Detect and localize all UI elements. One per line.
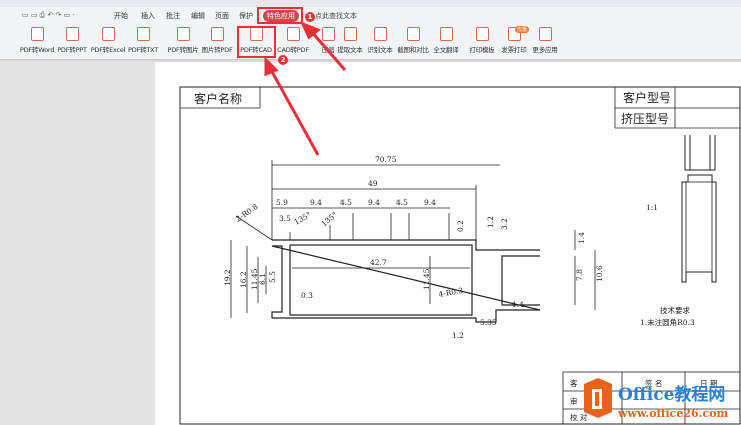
dimension-label: 19.2 — [223, 269, 232, 286]
dimension-label: 4.5 — [340, 198, 352, 207]
dimension-label: 5.9 — [276, 198, 288, 207]
dimension-label: 5.35 — [480, 318, 497, 327]
cad-drawing: 客户名称 客户型号 挤压型号 70.75 49 5.9 9.4 4.5 9.4 4.5 9.4… — [179, 21, 741, 425]
dimension-label: 4.5 — [396, 198, 408, 207]
watermark-logo: Office教程网 www.office26.com — [584, 378, 729, 420]
dimension-label: 9.4 — [310, 198, 322, 207]
dimension-label: 1.4 — [512, 300, 524, 309]
dimension-label: 3.5 — [279, 214, 291, 223]
dimension-label: 1.2 — [486, 216, 495, 228]
dimension-label: 1.2 — [452, 331, 464, 340]
dimension-label: 70.75 — [375, 155, 397, 164]
dimension-label: 49 — [368, 179, 378, 188]
annotation-step-1: 1 — [305, 12, 315, 22]
dimension-label: 7.8 — [575, 269, 584, 281]
dimension-label: 42.7 — [370, 258, 387, 267]
annotation-step-2: 2 — [278, 55, 288, 65]
customer-model-label: 客户型号 — [623, 90, 671, 105]
dimension-label: 1.4 — [577, 232, 586, 244]
dimension-label: 9.4 — [424, 198, 436, 207]
dimension-label: 3.2 — [500, 218, 509, 230]
table-cell: 校 对 — [570, 412, 588, 422]
dimension-label: 2-R0.8 — [234, 202, 260, 224]
annotation-arrows — [264, 21, 347, 156]
customer-name-label: 客户名称 — [194, 91, 242, 106]
dimension-label: 16.2 — [239, 271, 248, 288]
dimension-label: 135° — [293, 210, 313, 227]
table-cell: 客 — [570, 378, 578, 388]
watermark-url: www.office26.com — [617, 407, 729, 420]
dimension-label: 11.45 — [422, 268, 431, 290]
dimension-label: 135° — [320, 210, 340, 229]
dimension-label: 5.5 — [268, 271, 277, 283]
tech-requirements-title: 技术要求 — [660, 305, 690, 315]
dimension-label: 9.4 — [368, 198, 380, 207]
dimension-label: 10.6 — [595, 265, 604, 282]
extrusion-model-label: 挤压型号 — [621, 111, 669, 126]
dimension-label: 6.1 — [258, 273, 267, 285]
annotation-box-pdf-to-cad — [237, 26, 276, 58]
annotation-box-special-apps — [257, 7, 303, 24]
scale-label: 1:1 — [646, 203, 658, 212]
watermark-name: Office教程网 — [618, 384, 725, 405]
dimension-label: 0.3 — [301, 291, 313, 300]
dimension-label: 4-R0.3 — [438, 286, 464, 299]
tech-requirements-note: 1.未注圆角R0.3 — [640, 317, 695, 327]
table-cell: 审 — [570, 396, 578, 406]
dimension-label: 0.2 — [456, 220, 465, 232]
